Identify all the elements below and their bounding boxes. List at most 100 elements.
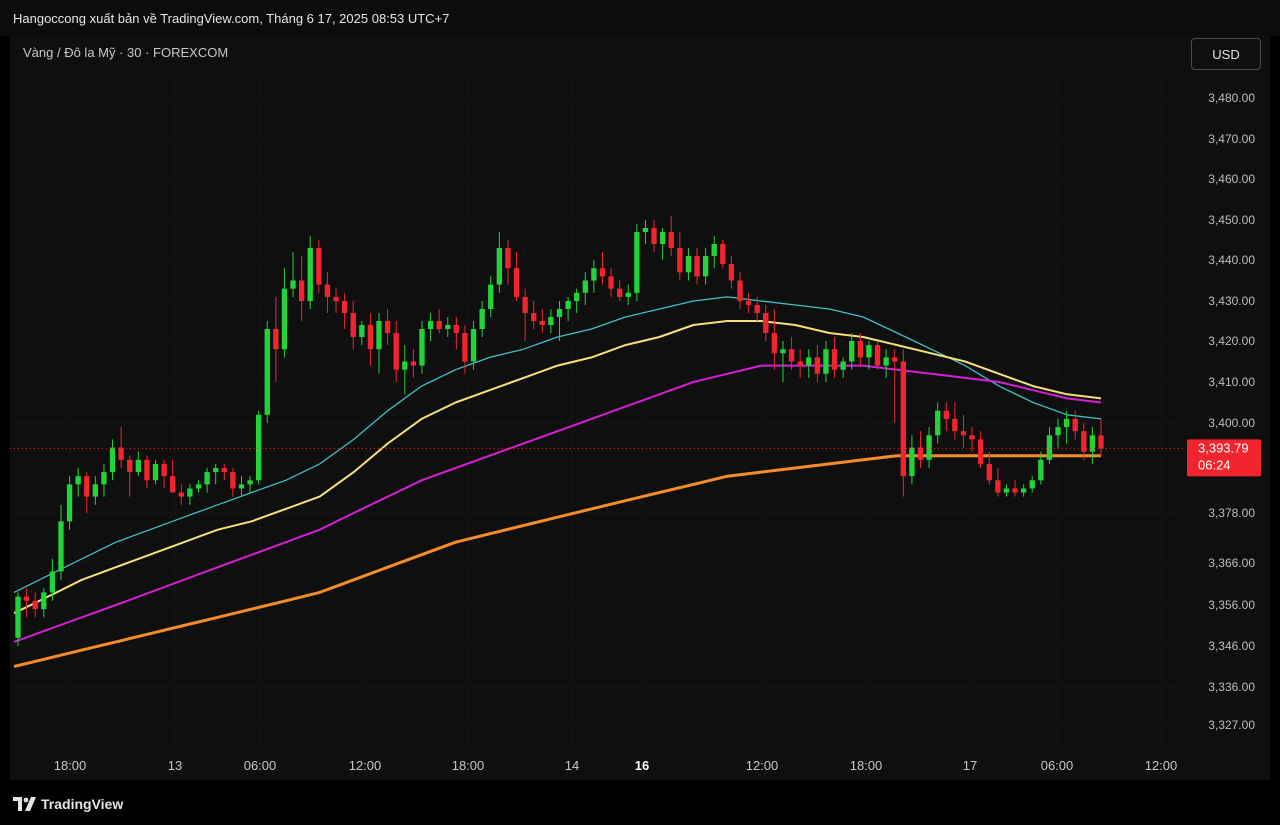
y-tick-label: 3,430.00 [1208, 294, 1255, 308]
candle-body [548, 317, 554, 325]
candle-body [479, 309, 485, 329]
y-tick-label: 3,336.00 [1208, 680, 1255, 694]
candle-body [488, 284, 494, 309]
candle-body [152, 463, 159, 481]
candle-body [831, 349, 838, 370]
candle-body [582, 280, 588, 293]
ema-line [13, 320, 1102, 615]
candle-body [754, 305, 760, 313]
candle-body [109, 447, 116, 473]
y-tick-label: 3,356.00 [1208, 598, 1255, 612]
candle-body [857, 341, 863, 358]
candle-body [118, 447, 124, 460]
candle-body [436, 321, 442, 329]
candle-body [1038, 459, 1044, 481]
y-tick-label: 3,378.00 [1208, 506, 1255, 520]
y-tick-label: 3,366.00 [1208, 556, 1255, 570]
candle-body [470, 329, 477, 362]
candle-body [15, 596, 21, 638]
candle-body [1081, 431, 1087, 452]
candle-body [273, 329, 279, 350]
candle-body [1063, 418, 1070, 428]
y-tick-label: 3,346.00 [1208, 639, 1255, 653]
candle-body [92, 484, 99, 497]
symbol-title: Vàng / Đô la Mỹ · 30 · FOREXCOM [23, 45, 229, 60]
candle-body [780, 349, 786, 354]
candle-body [238, 484, 245, 489]
x-tick-label: 06:00 [1041, 758, 1074, 773]
candle-body [1029, 480, 1035, 489]
x-tick-label: 17 [963, 758, 977, 773]
candle-body [221, 468, 227, 473]
y-tick-label: 3,450.00 [1208, 213, 1255, 227]
candle-body [720, 244, 726, 265]
bar-countdown-label: 06:24 [1198, 457, 1231, 472]
candle-body [608, 276, 614, 289]
candle-body [1003, 488, 1010, 493]
candle-body [943, 410, 949, 419]
candle-body [281, 288, 288, 350]
candle-body [333, 296, 339, 301]
candle-body [427, 321, 434, 329]
candle-body [1020, 488, 1027, 493]
candle-body [969, 435, 975, 440]
candle-body [625, 292, 631, 297]
last-price-label: 3,393.79 [1198, 440, 1249, 455]
candle-body [702, 256, 709, 277]
y-tick-label: 3,440.00 [1208, 253, 1255, 267]
candle-body [58, 521, 64, 572]
candle-body [84, 476, 90, 497]
candle-body [41, 592, 47, 610]
candle-body [66, 484, 73, 522]
candle-body [874, 345, 881, 366]
candle-body [230, 472, 236, 489]
x-tick-label: 12:00 [1145, 758, 1178, 773]
y-tick-label: 3,400.00 [1208, 416, 1255, 430]
candle-body [324, 284, 331, 297]
candle-body [909, 447, 915, 477]
candle-body [341, 301, 348, 313]
y-tick-label: 3,410.00 [1208, 375, 1255, 389]
tradingview-logo[interactable]: TradingView [13, 795, 123, 813]
candle-body [410, 361, 417, 366]
candle-body [806, 357, 812, 366]
candle-body [359, 325, 365, 337]
x-tick-label: 12:00 [349, 758, 382, 773]
candle-body [75, 476, 81, 485]
candle-body [935, 410, 941, 436]
candle-body [574, 292, 580, 301]
currency-button[interactable]: USD [1191, 38, 1261, 70]
candle-body [694, 256, 700, 277]
x-tick-label: 13 [168, 758, 182, 773]
candle-body [213, 468, 219, 473]
candle-body [350, 313, 356, 337]
candle-body [367, 325, 374, 350]
price-chart[interactable]: 3,393.79 06:24 3,327.00 3,336.00 3,346.00 3,… [0, 0, 1280, 825]
x-tick-label: 06:00 [244, 758, 277, 773]
y-tick-label: 3,480.00 [1208, 91, 1255, 105]
candle-body [883, 357, 889, 366]
candle-body [986, 463, 992, 481]
candle-body [1055, 427, 1061, 436]
candle-body [135, 459, 141, 473]
x-tick-label: 18:00 [452, 758, 485, 773]
candle-body [995, 480, 1001, 493]
candle-body [522, 296, 528, 313]
candle-body [788, 349, 795, 362]
candle-body [952, 418, 958, 432]
candle-body [144, 459, 150, 481]
candle-body [32, 600, 38, 610]
candle-body [892, 357, 898, 362]
candle-body [617, 288, 623, 297]
candle-body [668, 232, 674, 248]
candle-body [496, 248, 502, 285]
candle-body [539, 321, 545, 325]
candle-body [745, 301, 752, 305]
candle-body [462, 333, 468, 362]
candle-body [823, 349, 829, 374]
candle-body [195, 484, 202, 489]
candle-body [556, 309, 563, 317]
ema-line [13, 454, 1101, 668]
x-tick-label: 14 [565, 758, 579, 773]
candle-body [917, 447, 924, 460]
